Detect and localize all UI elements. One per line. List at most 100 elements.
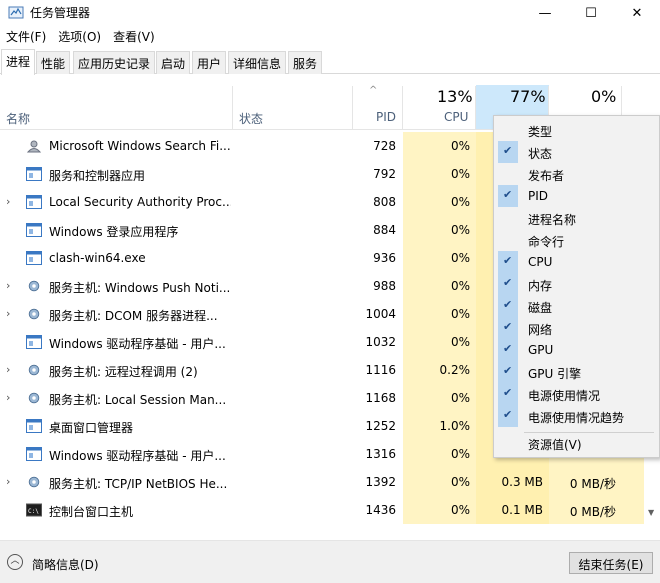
context-menu-item[interactable]: ✔ PID [494,185,660,207]
tab-startup[interactable]: 启动 [156,51,191,74]
column-divider [402,86,403,130]
context-menu-item[interactable]: ✔ CPU [494,251,660,273]
context-menu-item[interactable]: ✔ GPU [494,339,660,361]
column-name[interactable]: 名称 [6,110,30,127]
window-app-icon [26,447,42,461]
process-cpu: 0% [450,167,470,181]
expand-chevron-icon[interactable]: › [6,363,10,376]
menu-options[interactable]: 选项(O) [52,26,107,46]
context-menu-item-resource-values[interactable]: 资源值(V) [494,432,660,454]
checkmark-icon: ✔ [498,141,518,163]
context-menu-item-label: GPU [528,343,554,357]
context-menu-item[interactable]: ✔ 磁盘 [494,295,660,317]
scroll-down-icon[interactable]: ▼ [648,508,654,517]
process-pid: 936 [373,251,396,265]
checkmark-icon: ✔ [498,405,518,427]
expand-chevron-icon[interactable]: › [6,195,10,208]
context-menu-item[interactable]: 进程名称 [494,207,660,229]
process-pid: 1032 [365,335,396,349]
process-cpu: 0% [450,307,470,321]
process-name: Local Security Authority Proc... [49,195,231,209]
context-menu-item[interactable]: 发布者 [494,163,660,185]
tab-performance[interactable]: 性能 [36,51,71,74]
menu-file[interactable]: 文件(F) [0,26,52,46]
context-menu-item[interactable]: ✔ 网络 [494,317,660,339]
context-menu-item[interactable]: ✔ GPU 引擎 [494,361,660,383]
context-menu-item-label: 电源使用情况 [528,389,601,403]
process-cpu-cell: 0% [403,188,476,216]
process-name: 控制台窗口主机 [49,505,134,519]
process-name: 服务和控制器应用 [49,169,146,183]
context-menu-item[interactable]: ✔ 电源使用情况趋势 [494,405,660,427]
expand-chevron-icon[interactable]: › [6,391,10,404]
context-menu-item[interactable]: 命令行 [494,229,660,251]
process-cpu: 1.0% [439,419,471,433]
process-memory-cell: 0.3 MB [476,468,549,496]
context-menu-item[interactable]: ✔ 电源使用情况 [494,383,660,405]
checkmark-icon: ✔ [498,295,518,317]
window-app-icon [26,251,42,265]
tab-app-history[interactable]: 应用历史记录 [73,51,156,74]
process-name: 服务主机: DCOM 服务器进程... [49,309,218,323]
end-task-button[interactable]: 结束任务(E) [569,552,653,574]
gear-icon [26,279,42,293]
process-cpu: 0% [450,195,470,209]
gear-icon [26,307,42,321]
brief-info-link[interactable]: 简略信息(D) [32,556,99,573]
process-name: Windows 驱动程序基础 - 用户... [49,449,226,463]
column-divider [232,86,233,130]
process-cpu: 0% [450,251,470,265]
window-app-icon [26,223,42,237]
context-menu-item-label: 电源使用情况趋势 [528,411,625,425]
process-cpu-cell: 0% [403,244,476,272]
process-row[interactable]: › 服务主机: TCP/IP NetBIOS He... 1392 0% 0.3 MB 0… [0,468,652,496]
checkmark-icon: ✔ [498,251,518,273]
tab-details[interactable]: 详细信息 [228,51,287,74]
expand-chevron-icon[interactable]: › [6,307,10,320]
expand-chevron-icon[interactable]: › [6,279,10,292]
checkmark-icon: ✔ [498,317,518,339]
context-menu-item[interactable]: ✔ 内存 [494,273,660,295]
context-menu-item-label: 资源值(V) [528,438,582,452]
process-pid: 988 [373,279,396,293]
tab-services[interactable]: 服务 [288,51,323,74]
minimize-button[interactable]: — [522,0,568,26]
tab-processes[interactable]: 进程 [1,49,36,75]
process-cpu-cell: 0% [403,440,476,468]
process-pid: 1004 [365,307,396,321]
process-cpu-cell: 0% [403,160,476,188]
process-pid: 1316 [365,447,396,461]
process-name: 服务主机: Local Session Man... [49,393,227,407]
process-cpu-cell: 0% [403,272,476,300]
column-pid[interactable]: PID [376,110,396,124]
window-app-icon [26,195,42,209]
svg-text:C:\: C:\ [28,508,39,515]
context-menu-item-label: 命令行 [528,235,565,249]
context-menu-item[interactable]: 类型 [494,119,660,141]
process-pid: 808 [373,195,396,209]
process-disk: 0 MB/秒 [569,505,616,519]
tab-users[interactable]: 用户 [192,51,227,74]
expand-chevron-icon[interactable]: › [6,475,10,488]
maximize-button[interactable]: ☐ [568,0,614,26]
context-menu-item-label: 发布者 [528,169,565,183]
process-pid: 1252 [365,419,396,433]
column-status[interactable]: 状态 [239,110,263,127]
process-disk-cell: 0 MB/秒 [549,468,622,496]
process-name: 服务主机: Windows Push Noti... [49,281,231,295]
process-pid: 884 [373,223,396,237]
context-menu-item[interactable]: ✔ 状态 [494,141,660,163]
window-app-icon [26,419,42,433]
process-name: Windows 登录应用程序 [49,225,179,239]
task-manager-icon [8,6,24,19]
column-cpu[interactable]: CPU [444,110,468,124]
process-row[interactable]: C:\ 控制台窗口主机 1436 0% 0.1 MB 0 MB/秒 [0,496,652,524]
process-cpu-cell: 0% [403,468,476,496]
checkmark-icon: ✔ [498,339,518,361]
close-button[interactable]: ✕ [614,0,660,26]
process-cpu-cell: 0.2% [403,356,476,384]
context-menu-item-label: 类型 [528,125,553,139]
checkmark-icon: ✔ [498,185,518,207]
menu-view[interactable]: 查看(V) [107,26,161,46]
collapse-chevron-icon[interactable]: ︿ [7,554,23,570]
